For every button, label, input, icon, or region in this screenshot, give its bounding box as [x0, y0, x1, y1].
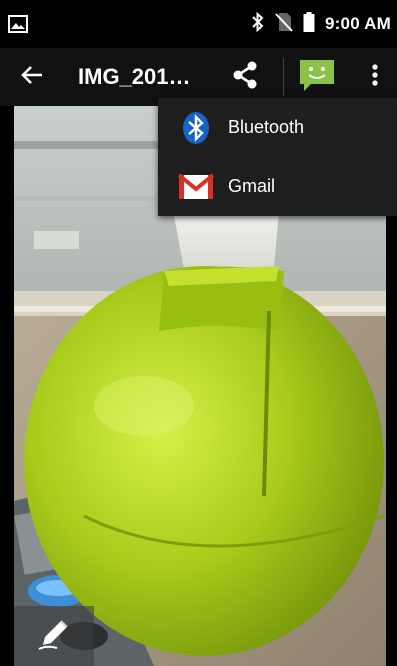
action-divider	[283, 58, 284, 96]
back-button[interactable]	[16, 62, 48, 92]
messaging-share-button[interactable]	[296, 58, 338, 96]
gallery-icon	[8, 14, 28, 34]
share-option-bluetooth[interactable]: Bluetooth	[158, 98, 397, 157]
battery-icon	[303, 11, 315, 37]
share-icon	[231, 60, 259, 95]
no-sim-icon	[275, 12, 293, 37]
share-menu: Bluetooth Gmail	[158, 98, 397, 216]
status-bar: 9:00 AM	[0, 0, 397, 48]
pencil-edit-icon	[37, 617, 71, 656]
messaging-icon	[297, 57, 337, 98]
more-vert-icon	[371, 63, 379, 92]
gmail-icon	[178, 169, 214, 205]
overflow-menu-button[interactable]	[362, 60, 388, 94]
bluetooth-icon	[251, 11, 265, 37]
share-option-gmail[interactable]: Gmail	[158, 157, 397, 216]
arrow-back-icon	[20, 64, 44, 91]
share-option-label: Bluetooth	[228, 117, 305, 137]
screen: 9:00 AM IMG_201… Bluetooth Gmail	[0, 0, 397, 666]
edit-button[interactable]	[14, 606, 94, 666]
share-option-label: Gmail	[228, 176, 276, 196]
share-button[interactable]	[226, 60, 264, 94]
page-title: IMG_201…	[78, 64, 191, 89]
bluetooth-icon	[178, 110, 214, 146]
status-time: 9:00 AM	[325, 14, 391, 33]
